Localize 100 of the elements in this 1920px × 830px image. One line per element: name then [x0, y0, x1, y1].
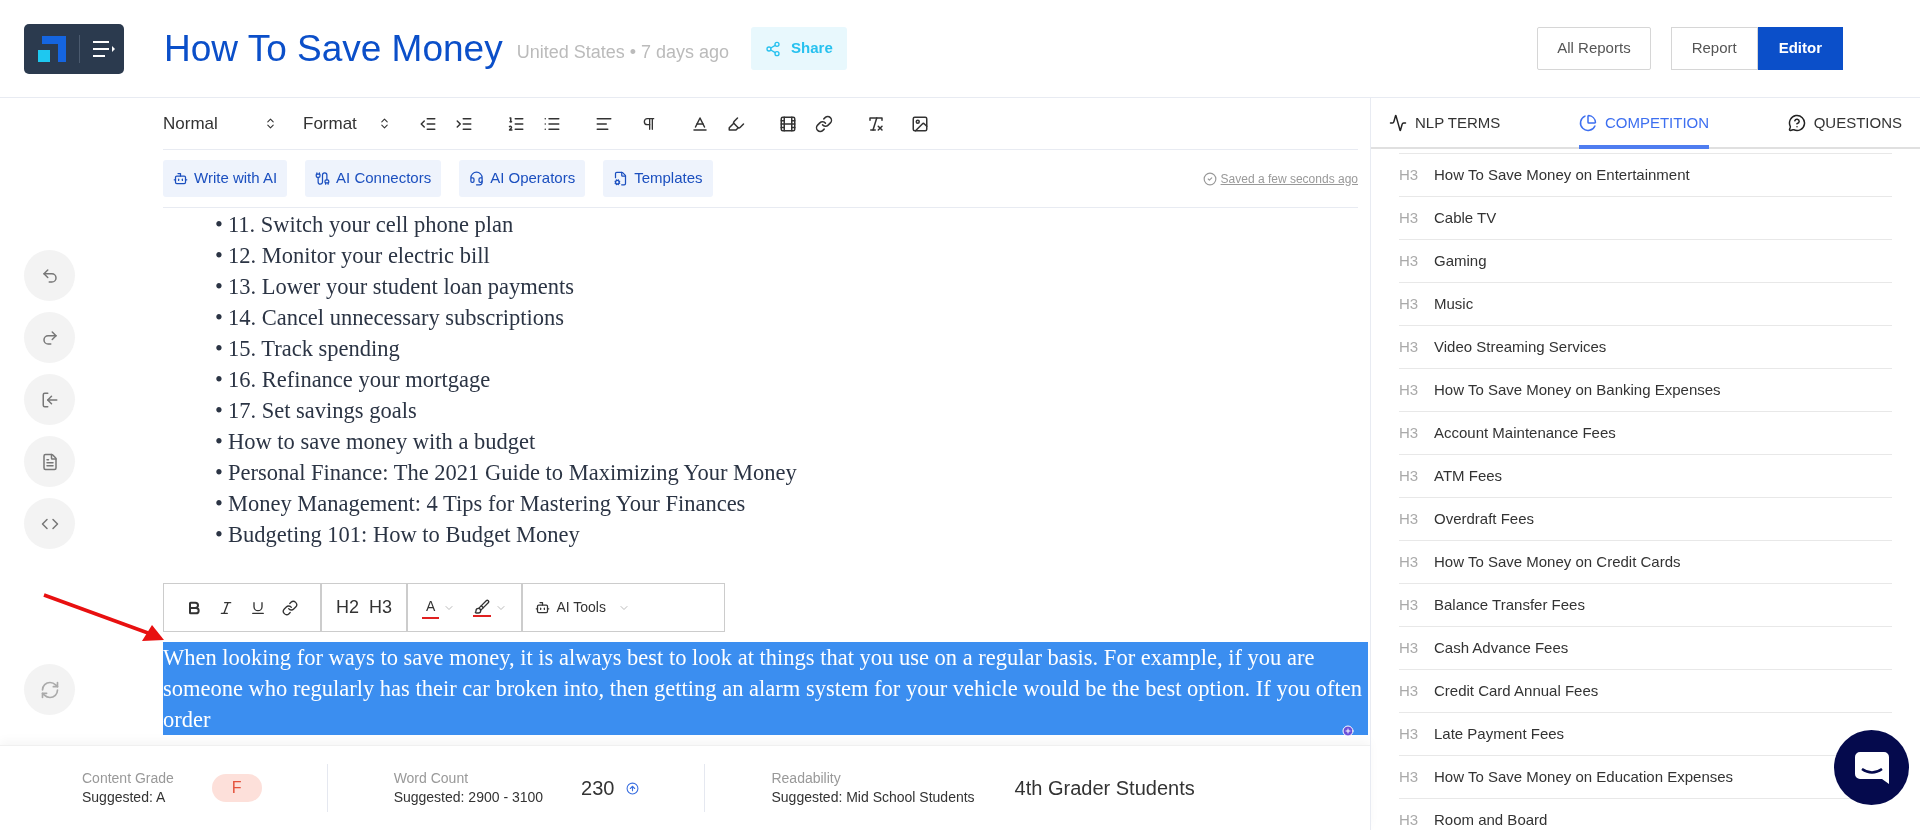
heading-text[interactable]: ATM Fees	[1434, 464, 1503, 488]
heading-level: H3	[1399, 207, 1420, 228]
share-icon	[765, 40, 782, 57]
text-color-button[interactable]: A	[422, 596, 456, 619]
heading-level: H3	[1399, 723, 1420, 744]
heading-text[interactable]: Cash Advance Fees	[1434, 636, 1569, 660]
arrow-into-box-icon	[40, 390, 59, 409]
highlighter-icon[interactable]	[727, 114, 745, 133]
pdf-file-icon	[40, 452, 59, 471]
heading-text[interactable]: How To Save Money on Entertainment	[1434, 163, 1690, 187]
list-item-text: 13. Lower your student loan payments	[227, 273, 575, 301]
underline-icon[interactable]	[250, 599, 266, 616]
headset-icon	[469, 171, 485, 186]
clear-formatting-icon[interactable]	[867, 114, 885, 133]
heading-text[interactable]: Late Payment Fees	[1434, 722, 1565, 746]
bullet: •	[215, 521, 223, 549]
image-icon[interactable]	[911, 114, 929, 133]
heading-level: H3	[1399, 293, 1420, 314]
plug-icon	[315, 171, 331, 186]
metric-label: Word Count	[393, 769, 470, 788]
bold-icon[interactable]	[186, 599, 202, 616]
heading-text[interactable]: Balance Transfer Fees	[1434, 593, 1585, 617]
heading-text[interactable]: How To Save Money on Banking Expenses	[1434, 378, 1721, 402]
heading-text[interactable]: Room and Board	[1434, 808, 1548, 830]
panel-tab[interactable]: NLP TERMS	[1389, 101, 1501, 149]
all-reports-button[interactable]: All Reports	[1537, 27, 1651, 70]
metric-suggestion: Suggested: 2900 - 3100	[393, 788, 544, 807]
add-block-icon[interactable]	[1342, 725, 1354, 737]
import-button[interactable]	[24, 374, 75, 425]
heading-text[interactable]: Cable TV	[1434, 206, 1497, 230]
bullet: •	[215, 335, 223, 363]
file-gear-icon	[613, 171, 629, 186]
heading-text[interactable]: Video Streaming Services	[1434, 335, 1607, 359]
pdf-button[interactable]	[24, 436, 75, 487]
list-item-text: 12. Monitor your electric bill	[227, 242, 490, 270]
list-item-text: 16. Refinance your mortgage	[227, 366, 491, 394]
metric-label: Content Grade	[82, 769, 174, 788]
heading-level: H3	[1399, 465, 1420, 486]
text-color-icon[interactable]	[691, 114, 709, 133]
heading-level: H3	[1399, 379, 1420, 400]
heading-text[interactable]: Overdraft Fees	[1434, 507, 1535, 531]
undo-icon	[40, 266, 59, 285]
link-icon[interactable]	[282, 599, 298, 616]
report-location: United States	[516, 41, 625, 64]
heading-text[interactable]: Gaming	[1434, 249, 1487, 273]
heading-text[interactable]: Credit Card Annual Fees	[1434, 679, 1599, 703]
grade-badge: F	[211, 774, 262, 802]
app-logo[interactable]	[24, 23, 124, 74]
bullet: •	[215, 490, 223, 518]
heading-text[interactable]: Music	[1434, 292, 1474, 316]
heading-level: H3	[1399, 680, 1420, 701]
view-toggle[interactable]: Report	[1670, 27, 1758, 70]
paragraph-style-select[interactable]: Normal	[163, 110, 281, 137]
ai-tool-button[interactable]: AI Connectors	[305, 160, 442, 197]
pilcrow-icon[interactable]	[641, 115, 657, 132]
heading-text[interactable]: Account Maintenance Fees	[1434, 421, 1616, 445]
ai-tool-button[interactable]: AI Operators	[459, 160, 586, 197]
arrow-up-circle-icon[interactable]	[626, 781, 640, 795]
view-toggle[interactable]: Editor	[1757, 27, 1843, 70]
robot-icon	[535, 600, 551, 615]
bullet: •	[215, 459, 223, 487]
list-item-text: Personal Finance: The 2021 Guide to Maximizing Your Money	[227, 459, 797, 487]
list-item-text: 11. Switch your cell phone plan	[227, 211, 514, 239]
up-down-caret-icon	[264, 117, 277, 130]
save-status: Saved a few seconds ago	[1220, 170, 1358, 188]
heading-text[interactable]: How To Save Money on Education Expenses	[1434, 765, 1734, 789]
metric-suggestion: Suggested: A	[82, 788, 167, 807]
page-title: How To Save Money	[164, 26, 503, 71]
ai-tool-button[interactable]: Templates	[603, 160, 713, 197]
heading-level: H3	[1399, 336, 1420, 357]
heading-level: H3	[1399, 551, 1420, 572]
metric-suggestion: Suggested: Mid School Students	[771, 788, 975, 807]
heading-text[interactable]: How To Save Money on Credit Cards	[1434, 550, 1681, 574]
list-item-text: 15. Track spending	[227, 335, 400, 363]
ai-tools-dropdown[interactable]: AI Tools	[523, 597, 642, 618]
heading-button[interactable]: H3	[369, 594, 393, 621]
heading-level: H3	[1399, 164, 1420, 185]
panel-tab[interactable]: QUESTIONS	[1787, 101, 1902, 149]
film-icon[interactable]	[779, 114, 797, 133]
list-item-text: Budgeting 101: How to Budget Money	[227, 521, 580, 549]
highlight-color-button[interactable]	[473, 598, 508, 617]
heading-level: H3	[1399, 594, 1420, 615]
panel-tab[interactable]: COMPETITION	[1578, 101, 1710, 149]
numbered-list-icon[interactable]	[507, 114, 525, 133]
italic-icon[interactable]	[218, 599, 234, 616]
link-icon[interactable]	[815, 114, 833, 133]
heading-button[interactable]: H2	[336, 594, 359, 621]
robot-icon	[173, 171, 188, 186]
selected-paragraph: When looking for ways to save money, it is always best to look at things that you use on a regular basis. For example, if you are someone who regularly has their car broken into, then getting an alarm system for your vehicle would be the best option. If you often order	[163, 642, 1368, 735]
up-down-caret-icon	[378, 117, 391, 130]
chat-bubble-icon	[1854, 751, 1889, 784]
meta-separator: •	[629, 41, 637, 64]
check-circle-icon	[1202, 171, 1217, 186]
report-age: 7 days ago	[641, 41, 730, 64]
bullet: •	[215, 242, 223, 270]
heading-level: H3	[1399, 637, 1420, 658]
format-select[interactable]: Format	[303, 110, 391, 137]
refresh-icon	[39, 679, 60, 700]
ai-tool-button[interactable]: Write with AI	[163, 160, 288, 197]
bullet: •	[215, 273, 223, 301]
